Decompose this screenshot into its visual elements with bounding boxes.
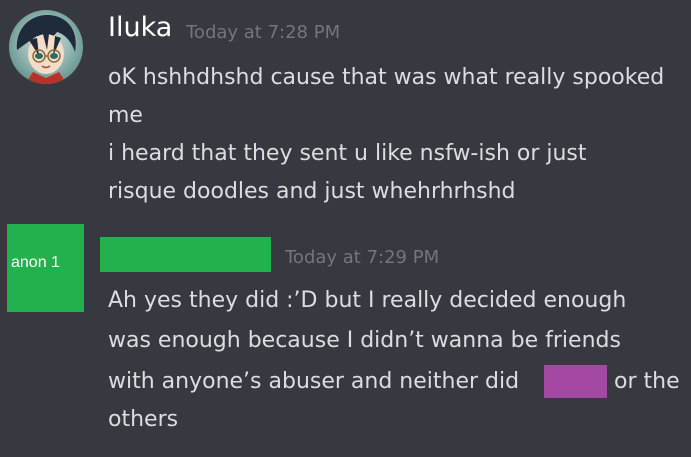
message-line: risque doodles and just whehrhrhshd <box>108 179 516 204</box>
user-avatar[interactable]: anon 1 <box>7 224 84 312</box>
name-redaction <box>544 365 607 398</box>
message-timestamp: Today at 7:28 PM <box>186 22 341 43</box>
chat-view: Iluka Today at 7:28 PM oK hshhdhshd caus… <box>0 0 691 457</box>
message-line: i heard that they sent u like nsfw-ish o… <box>108 141 587 166</box>
message-line: me <box>108 103 143 128</box>
message-line: oK hshhdhshd cause that was what really … <box>108 65 665 90</box>
user-avatar[interactable] <box>9 10 83 84</box>
anime-avatar-icon <box>9 10 83 84</box>
username[interactable]: Iluka <box>108 11 172 45</box>
avatar-label: anon 1 <box>11 254 60 271</box>
username-redaction <box>100 237 271 272</box>
message-timestamp: Today at 7:29 PM <box>285 247 440 268</box>
message-line: with anyone’s abuser and neither did <box>108 369 520 394</box>
message-line: Ah yes they did :’D but I really decided… <box>108 288 627 313</box>
message-line-tail: or the <box>614 369 680 394</box>
message-line: others <box>108 407 179 432</box>
message-line: was enough because I didn’t wanna be fri… <box>108 328 621 353</box>
